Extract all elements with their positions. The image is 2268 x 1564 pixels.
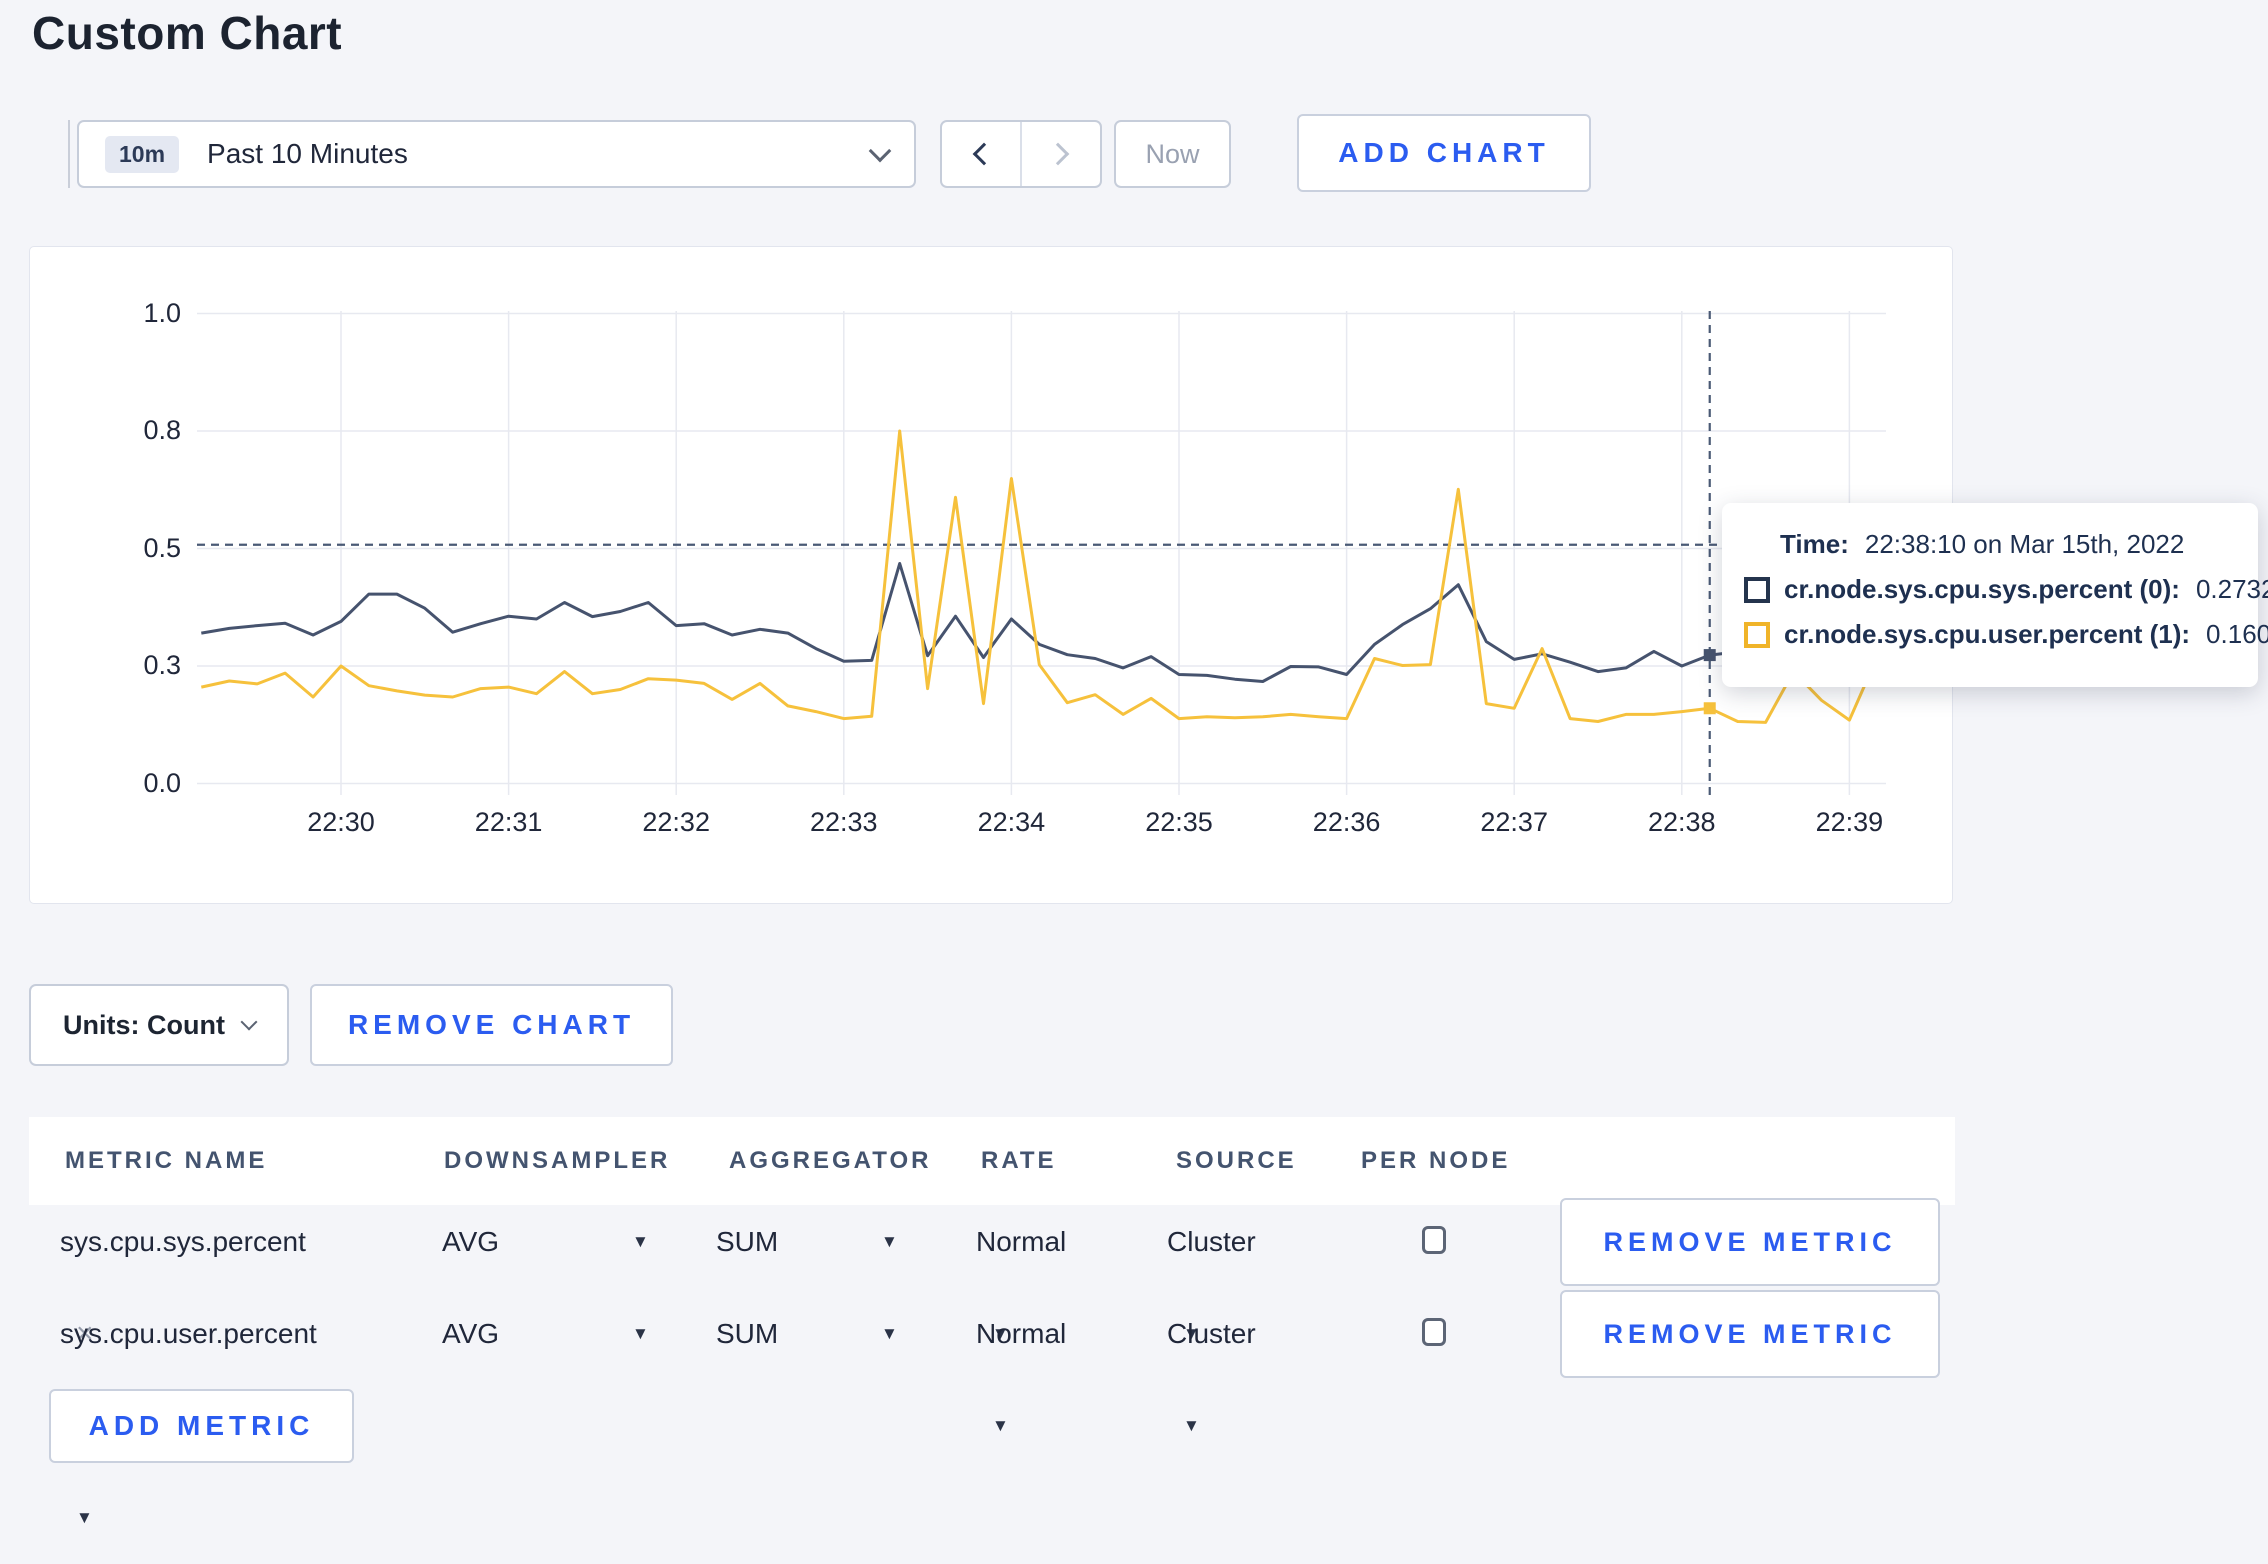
source-label: Cluster — [1167, 1226, 1256, 1257]
x-tick-label: 22:30 — [307, 807, 375, 837]
add-metric-button[interactable]: ADD METRIC — [49, 1389, 354, 1463]
y-tick-label: 0.8 — [143, 415, 181, 445]
per-node-checkbox[interactable] — [1422, 1226, 1446, 1254]
metrics-table-header: METRIC NAME DOWNSAMPLER AGGREGATOR RATE SOUR… — [29, 1117, 1955, 1205]
source-label: Cluster — [1167, 1318, 1256, 1349]
dropdown-caret-icon: ▼ — [992, 1416, 1009, 1435]
y-tick-label: 0.0 — [143, 767, 181, 798]
column-header-source: SOURCE — [1176, 1147, 1297, 1174]
units-select[interactable]: Units: Count — [29, 984, 289, 1066]
page-title: Custom Chart — [32, 7, 343, 59]
dropdown-caret-icon: ▼ — [76, 1508, 93, 1527]
column-header-metric-name: METRIC NAME — [65, 1147, 268, 1174]
aggregator-select[interactable]: SUM — [716, 1288, 778, 1380]
metric-name-select[interactable]: sys.cpu.user.percent×▼ — [60, 1288, 317, 1527]
chart-panel[interactable]: 1.0 0.8 0.5 0.3 0.0 22:30 22:31 22:32 22:33 22:3… — [29, 246, 1953, 904]
remove-metric-button[interactable]: REMOVE METRIC — [1560, 1198, 1940, 1286]
metric-row: sys.cpu.sys.percent×▼ AVG ▼ SUM ▼ Normal ▼ Clus… — [29, 1196, 1955, 1435]
per-node-checkbox[interactable] — [1422, 1318, 1446, 1346]
series-swatch-icon — [1744, 576, 1770, 603]
aggregator-select[interactable]: SUM — [716, 1196, 778, 1288]
x-tick-label: 22:35 — [1145, 807, 1213, 837]
remove-metric-button[interactable]: REMOVE METRIC — [1560, 1290, 1940, 1378]
dropdown-caret-icon: ▼ — [1183, 1416, 1200, 1435]
time-forward-button[interactable] — [1022, 122, 1100, 186]
column-header-per-node: PER NODE — [1361, 1147, 1511, 1174]
chart-tooltip: Time: 22:38:10 on Mar 15th, 2022 cr.node… — [1722, 503, 2268, 687]
rate-select[interactable]: Normal ▼ — [976, 1288, 1067, 1435]
remove-chart-button[interactable]: REMOVE CHART — [310, 984, 673, 1066]
x-tick-label: 22:32 — [642, 807, 710, 837]
hover-marker — [1703, 649, 1716, 662]
metric-name-label: sys.cpu.sys.percent — [60, 1226, 306, 1257]
time-range-select[interactable]: 10m Past 10 Minutes — [77, 120, 916, 188]
metric-row: sys.cpu.user.percent×▼AVG▼SUM▼Normal▼Clu… — [29, 1288, 1955, 1527]
hover-marker — [1703, 702, 1716, 715]
line-chart — [197, 311, 1886, 795]
tooltip-series-label: cr.node.sys.cpu.user.percent (1): — [1784, 619, 2191, 649]
rate-label: Normal — [976, 1318, 1067, 1349]
x-tick-label: 22:36 — [1312, 807, 1381, 837]
tooltip-time-label: Time: — [1780, 529, 1849, 559]
metric-name-select[interactable]: sys.cpu.sys.percent×▼ — [60, 1196, 306, 1435]
time-nav-group — [940, 120, 1102, 188]
rate-label: Normal — [976, 1226, 1067, 1257]
y-tick-label: 0.3 — [143, 650, 181, 680]
chevron-right-icon — [1046, 142, 1070, 166]
dropdown-caret-icon[interactable]: ▼ — [632, 1288, 649, 1380]
column-header-downsampler: DOWNSAMPLER — [444, 1147, 671, 1174]
tooltip-time-row: Time: 22:38:10 on Mar 15th, 2022 — [1780, 529, 2258, 560]
x-tick-label: 22:31 — [474, 807, 543, 837]
time-range-label: Past 10 Minutes — [207, 138, 408, 169]
time-back-button[interactable] — [942, 122, 1022, 186]
tooltip-time-value: 22:38:10 on Mar 15th, 2022 — [1864, 529, 2185, 559]
x-tick-label: 22:34 — [977, 807, 1046, 837]
source-select[interactable]: Cluster ▼ — [1167, 1196, 1256, 1343]
x-tick-label: 22:33 — [810, 807, 878, 837]
metric-name-label: sys.cpu.user.percent — [60, 1318, 317, 1349]
source-select[interactable]: Cluster ▼ — [1167, 1288, 1256, 1435]
tooltip-series-label: cr.node.sys.cpu.sys.percent (0): — [1784, 574, 2180, 604]
units-label: Units: Count — [63, 1009, 225, 1040]
tooltip-series-value: 0.2732 — [2195, 574, 2268, 604]
downsampler-select[interactable]: AVG — [442, 1288, 499, 1380]
tooltip-series-value: 0.1601 — [2206, 619, 2268, 649]
x-tick-label: 22:37 — [1480, 807, 1548, 837]
column-header-aggregator: AGGREGATOR — [729, 1147, 932, 1174]
x-tick-label: 22:38 — [1648, 807, 1716, 837]
tooltip-series-row: cr.node.sys.cpu.user.percent (1): 0.1601 — [1744, 619, 2268, 650]
dropdown-caret-icon[interactable]: ▼ — [632, 1196, 649, 1288]
chevron-down-icon — [240, 1013, 258, 1031]
column-header-rate: RATE — [981, 1147, 1057, 1174]
add-chart-button[interactable]: ADD CHART — [1297, 114, 1591, 192]
rate-select[interactable]: Normal ▼ — [976, 1196, 1067, 1343]
time-range-badge: 10m — [105, 135, 180, 173]
y-tick-label: 0.5 — [143, 532, 181, 563]
tooltip-series-row: cr.node.sys.cpu.sys.percent (0): 0.2732 — [1744, 574, 2268, 605]
dropdown-caret-icon[interactable]: ▼ — [881, 1288, 898, 1380]
dropdown-caret-icon[interactable]: ▼ — [881, 1196, 898, 1288]
chevron-left-icon — [972, 142, 996, 166]
series-line — [200, 429, 1879, 724]
downsampler-select[interactable]: AVG — [442, 1196, 499, 1288]
y-tick-label: 1.0 — [143, 297, 181, 328]
chevron-down-icon — [868, 139, 892, 163]
x-tick-label: 22:39 — [1815, 807, 1884, 837]
series-swatch-icon — [1744, 621, 1770, 648]
toolbar-separator — [68, 120, 70, 188]
now-button[interactable]: Now — [1114, 120, 1231, 188]
